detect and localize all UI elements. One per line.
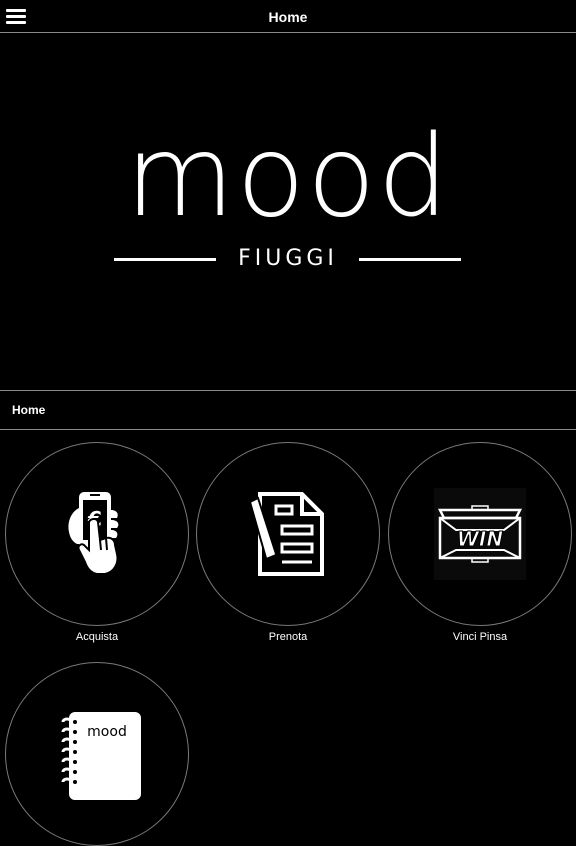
mobile-payment-icon: € — [68, 492, 119, 575]
logo-divider-right — [359, 258, 461, 261]
section-title: Home — [12, 403, 46, 417]
logo-city: FIUGGI — [238, 246, 338, 271]
section-header: Home — [0, 390, 576, 430]
logo-wordmark: mood — [125, 112, 451, 242]
logo-subtitle: FIUGGI — [0, 246, 576, 272]
win-pizza-box-icon: WIN — [434, 488, 526, 580]
top-bar: Home — [0, 0, 576, 33]
tile-label: Prenota — [268, 631, 308, 643]
document-pen-icon — [242, 488, 334, 580]
tile-label: Acquista — [75, 631, 119, 643]
hero-banner: mood FIUGGI — [0, 33, 576, 390]
svg-text:WIN: WIN — [457, 527, 504, 551]
notebook-text: mood — [87, 724, 127, 740]
mood-notebook-icon: mood — [61, 712, 141, 800]
tile-label: Vinci Pinsa — [452, 631, 508, 643]
page-title: Home — [268, 9, 308, 25]
